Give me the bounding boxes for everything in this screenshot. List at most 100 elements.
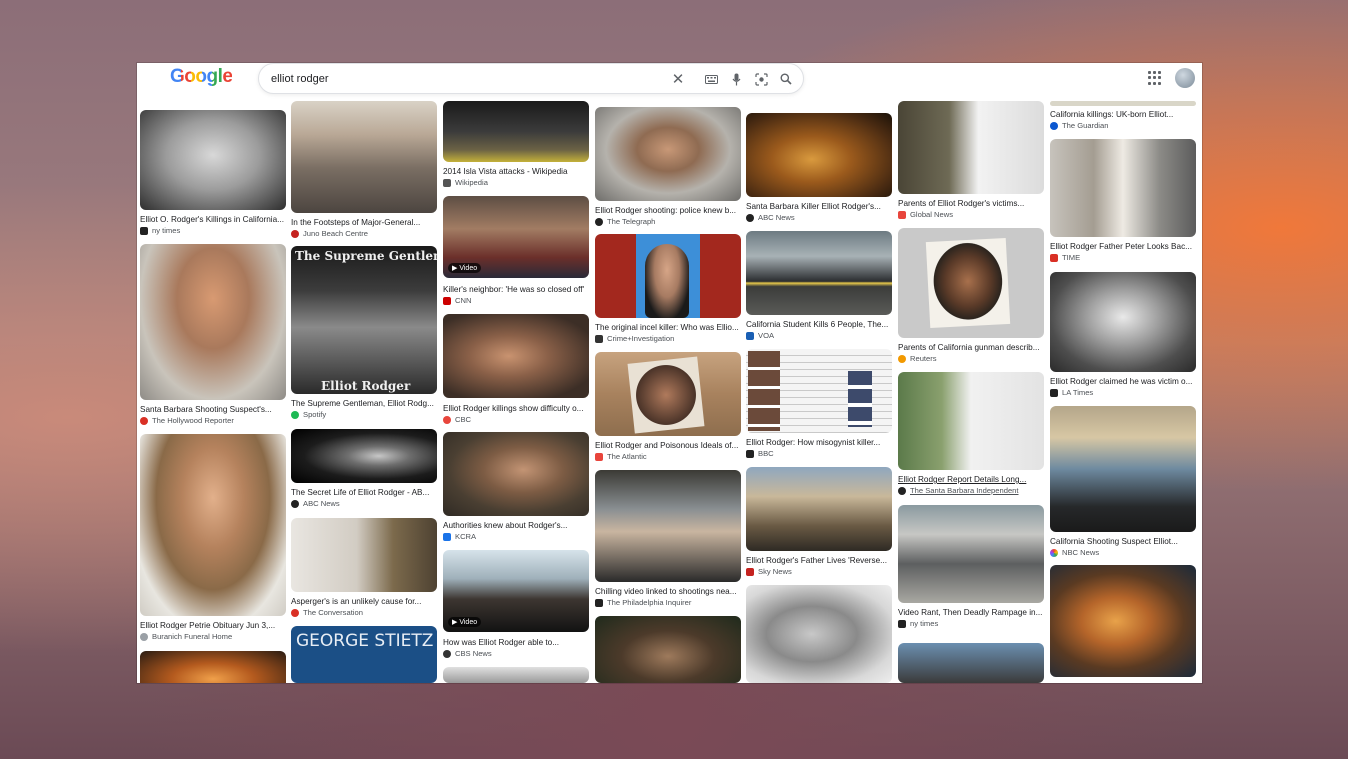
result-caption[interactable]: How was Elliot Rodger able to... — [443, 637, 593, 648]
result-thumbnail[interactable] — [746, 349, 892, 433]
result-caption[interactable]: Elliot O. Rodger's Killings in Californi… — [140, 214, 290, 225]
result-thumbnail[interactable] — [1050, 406, 1196, 532]
result-caption[interactable]: Elliot Rodger: How misogynist killer... — [746, 437, 896, 448]
result-source[interactable]: Spotify — [291, 410, 441, 420]
lens-icon[interactable] — [753, 71, 769, 87]
result-source[interactable]: CBS News — [443, 649, 593, 659]
result-source[interactable]: The Santa Barbara Independent — [898, 486, 1048, 496]
result-source[interactable]: Global News — [898, 210, 1048, 220]
search-icon[interactable] — [778, 71, 794, 87]
result-thumbnail[interactable] — [595, 352, 741, 436]
result-thumbnail[interactable] — [1050, 272, 1196, 372]
result-caption[interactable]: 2014 Isla Vista attacks - Wikipedia — [443, 166, 593, 177]
result-source[interactable]: LA Times — [1050, 388, 1200, 398]
result-source[interactable]: ny times — [140, 226, 290, 236]
result-thumbnail[interactable] — [898, 643, 1044, 683]
result-source[interactable]: ny times — [898, 619, 1048, 629]
result-source[interactable]: KCRA — [443, 532, 593, 542]
result-caption[interactable]: The Secret Life of Elliot Rodger - AB... — [291, 487, 441, 498]
result-source[interactable]: TIME — [1050, 253, 1200, 263]
search-box[interactable]: ✕ — [258, 63, 804, 94]
result-thumbnail[interactable]: The Supreme Gentleman Elliot Rodger — [291, 246, 437, 394]
result-source[interactable]: ABC News — [746, 213, 896, 223]
result-caption[interactable]: Parents of Elliot Rodger's victims... — [898, 198, 1048, 209]
result-caption[interactable]: Elliot Rodger killings show difficulty o… — [443, 403, 593, 414]
result-source[interactable]: Crime+Investigation — [595, 334, 745, 344]
result-thumbnail[interactable] — [140, 651, 286, 683]
result-source[interactable]: Reuters — [898, 354, 1048, 364]
result-caption[interactable]: California killings: UK-born Elliot... — [1050, 109, 1200, 120]
result-source[interactable]: Sky News — [746, 567, 896, 577]
result-caption[interactable]: Elliot Rodger and Poisonous Ideals of... — [595, 440, 745, 451]
result-source[interactable]: The Telegraph — [595, 217, 745, 227]
result-caption[interactable]: Chilling video linked to shootings nea..… — [595, 586, 745, 597]
result-thumbnail[interactable] — [1050, 139, 1196, 237]
result-source[interactable]: VOA — [746, 331, 896, 341]
result-caption[interactable]: Elliot Rodger Report Details Long... — [898, 474, 1048, 485]
result-caption[interactable]: Elliot Rodger shooting: police knew b... — [595, 205, 745, 216]
result-caption[interactable]: Parents of California gunman describ... — [898, 342, 1048, 353]
result-source[interactable]: Buranich Funeral Home — [140, 632, 290, 642]
result-source[interactable]: The Guardian — [1050, 121, 1200, 131]
result-caption[interactable]: Elliot Rodger's Father Lives 'Reverse... — [746, 555, 896, 566]
result-thumbnail[interactable]: ▶ Video — [443, 196, 589, 278]
result-source[interactable]: Wikipedia — [443, 178, 593, 188]
result-source[interactable]: The Conversation — [291, 608, 441, 618]
result-caption[interactable]: Elliot Rodger claimed he was victim o... — [1050, 376, 1200, 387]
result-source[interactable]: BBC — [746, 449, 896, 459]
result-source[interactable]: ABC News — [291, 499, 441, 509]
result-thumbnail[interactable] — [140, 434, 286, 616]
result-caption[interactable]: Video Rant, Then Deadly Rampage in... — [898, 607, 1048, 618]
result-thumbnail[interactable] — [291, 429, 437, 483]
result-caption[interactable]: In the Footsteps of Major-General... — [291, 217, 441, 228]
result-thumbnail[interactable] — [1050, 565, 1196, 677]
result-source[interactable]: Juno Beach Centre — [291, 229, 441, 239]
microphone-icon[interactable] — [728, 71, 744, 87]
result-thumbnail[interactable] — [140, 244, 286, 400]
result-thumbnail[interactable] — [291, 101, 437, 213]
result-thumbnail[interactable] — [443, 101, 589, 162]
result-caption[interactable]: Santa Barbara Shooting Suspect's... — [140, 404, 290, 415]
result-thumbnail[interactable] — [1050, 101, 1196, 106]
result-source[interactable]: CNN — [443, 296, 593, 306]
result-caption[interactable]: California Student Kills 6 People, The..… — [746, 319, 896, 330]
result-thumbnail[interactable] — [595, 107, 741, 201]
keyboard-icon[interactable] — [703, 71, 719, 87]
result-caption[interactable]: Killer's neighbor: 'He was so closed off… — [443, 284, 593, 295]
apps-grid-icon[interactable] — [1148, 71, 1162, 85]
result-thumbnail[interactable] — [140, 110, 286, 210]
result-thumbnail[interactable] — [898, 228, 1044, 338]
result-thumbnail[interactable] — [746, 113, 892, 197]
result-thumbnail[interactable] — [595, 234, 741, 318]
result-thumbnail[interactable] — [443, 432, 589, 516]
result-thumbnail[interactable] — [443, 667, 589, 683]
result-caption[interactable]: Elliot Rodger Petrie Obituary Jun 3,... — [140, 620, 290, 631]
result-source[interactable]: The Hollywood Reporter — [140, 416, 290, 426]
result-caption[interactable]: Authorities knew about Rodger's... — [443, 520, 593, 531]
result-caption[interactable]: Santa Barbara Killer Elliot Rodger's... — [746, 201, 896, 212]
account-avatar[interactable] — [1175, 68, 1195, 88]
result-source[interactable]: The Philadelphia Inquirer — [595, 598, 745, 608]
result-thumbnail[interactable] — [898, 372, 1044, 470]
result-caption[interactable]: The original incel killer: Who was Ellio… — [595, 322, 745, 333]
search-input[interactable] — [271, 70, 651, 88]
result-source[interactable]: NBC News — [1050, 548, 1200, 558]
result-caption[interactable]: Asperger's is an unlikely cause for... — [291, 596, 441, 607]
result-source[interactable]: The Atlantic — [595, 452, 745, 462]
result-thumbnail[interactable] — [898, 505, 1044, 603]
result-caption[interactable]: California Shooting Suspect Elliot... — [1050, 536, 1200, 547]
result-thumbnail[interactable]: ▶ Video — [443, 550, 589, 632]
result-thumbnail[interactable] — [291, 518, 437, 592]
result-thumbnail[interactable] — [898, 101, 1044, 194]
google-logo[interactable]: Google — [170, 66, 233, 88]
result-thumbnail[interactable] — [746, 467, 892, 551]
result-caption[interactable]: Elliot Rodger Father Peter Looks Bac... — [1050, 241, 1200, 252]
result-caption[interactable]: The Supreme Gentleman, Elliot Rodg... — [291, 398, 441, 409]
close-icon[interactable]: ✕ — [670, 71, 686, 88]
result-thumbnail[interactable] — [595, 616, 741, 683]
result-thumbnail[interactable]: GEORGE STIETZ — [291, 626, 437, 683]
result-source[interactable]: CBC — [443, 415, 593, 425]
result-thumbnail[interactable] — [595, 470, 741, 582]
result-thumbnail[interactable] — [746, 231, 892, 315]
result-thumbnail[interactable] — [746, 585, 892, 683]
